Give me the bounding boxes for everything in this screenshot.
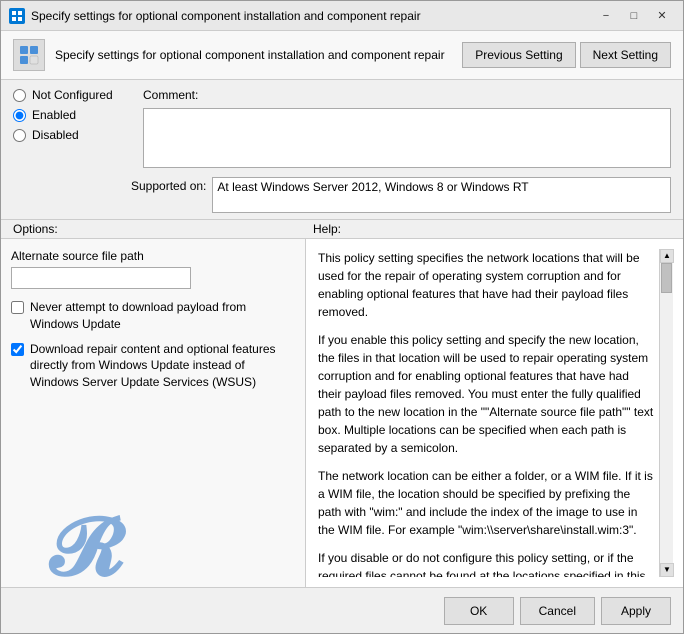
scroll-down-button[interactable]: ▼ — [660, 563, 674, 577]
never-download-item: Never attempt to download payload from W… — [11, 299, 295, 333]
disabled-radio[interactable] — [13, 129, 26, 142]
maximize-button[interactable]: □ — [621, 6, 647, 26]
scroll-up-button[interactable]: ▲ — [660, 249, 674, 263]
alt-source-input[interactable] — [11, 267, 191, 289]
radio-comment-section: Not Configured Enabled Disabled Comment: — [1, 80, 683, 175]
help-section-label: Help: — [313, 222, 671, 236]
comment-label: Comment: — [143, 88, 671, 102]
help-content: This policy setting specifies the networ… — [318, 249, 659, 577]
not-configured-label: Not Configured — [32, 88, 113, 102]
main-panels: Alternate source file path Never attempt… — [1, 238, 683, 587]
never-download-checkbox[interactable] — [11, 301, 24, 314]
options-section-label: Options: — [13, 222, 313, 236]
cancel-button[interactable]: Cancel — [520, 597, 595, 625]
download-repair-item: Download repair content and optional fea… — [11, 341, 295, 391]
supported-label: Supported on: — [131, 177, 206, 193]
section-labels-bar: Options: Help: — [1, 219, 683, 238]
ok-button[interactable]: OK — [444, 597, 514, 625]
policy-icon — [13, 39, 45, 71]
main-window: Specify settings for optional component … — [0, 0, 684, 634]
help-para-2: If you enable this policy setting and sp… — [318, 331, 655, 457]
alt-source-label: Alternate source file path — [11, 249, 295, 263]
not-configured-radio[interactable] — [13, 89, 26, 102]
enabled-label: Enabled — [32, 108, 76, 122]
header-bar: Specify settings for optional component … — [1, 31, 683, 80]
supported-box: At least Windows Server 2012, Windows 8 … — [212, 177, 671, 213]
minimize-button[interactable]: − — [593, 6, 619, 26]
apply-button[interactable]: Apply — [601, 597, 671, 625]
close-button[interactable]: ✕ — [649, 6, 675, 26]
radio-column: Not Configured Enabled Disabled — [13, 88, 143, 142]
supported-row: Supported on: At least Windows Server 20… — [1, 175, 683, 219]
window-controls: − □ ✕ — [593, 6, 675, 26]
download-repair-label: Download repair content and optional fea… — [30, 341, 295, 391]
window-icon — [9, 8, 25, 24]
previous-setting-button[interactable]: Previous Setting — [462, 42, 575, 68]
header-title: Specify settings for optional component … — [55, 48, 452, 62]
enabled-radio[interactable] — [13, 109, 26, 122]
options-panel: Alternate source file path Never attempt… — [1, 239, 306, 587]
next-setting-button[interactable]: Next Setting — [580, 42, 671, 68]
supported-value: At least Windows Server 2012, Windows 8 … — [217, 180, 528, 194]
disabled-label: Disabled — [32, 128, 79, 142]
scroll-thumb[interactable] — [661, 263, 672, 293]
window-title: Specify settings for optional component … — [31, 9, 593, 23]
download-repair-checkbox[interactable] — [11, 343, 24, 356]
scroll-track — [660, 263, 673, 563]
nav-buttons: Previous Setting Next Setting — [462, 42, 671, 68]
disabled-option[interactable]: Disabled — [13, 128, 143, 142]
footer: OK Cancel Apply — [1, 587, 683, 633]
help-para-3: The network location can be either a fol… — [318, 467, 655, 539]
help-scrollbar[interactable]: ▲ ▼ — [659, 249, 673, 577]
comment-textarea[interactable] — [143, 108, 671, 168]
comment-column: Comment: — [143, 88, 671, 171]
title-bar: Specify settings for optional component … — [1, 1, 683, 31]
enabled-option[interactable]: Enabled — [13, 108, 143, 122]
help-para-1: This policy setting specifies the networ… — [318, 249, 655, 321]
never-download-label: Never attempt to download payload from W… — [30, 299, 295, 333]
not-configured-option[interactable]: Not Configured — [13, 88, 143, 102]
help-panel: This policy setting specifies the networ… — [306, 239, 683, 587]
help-para-4: If you disable or do not configure this … — [318, 549, 655, 577]
